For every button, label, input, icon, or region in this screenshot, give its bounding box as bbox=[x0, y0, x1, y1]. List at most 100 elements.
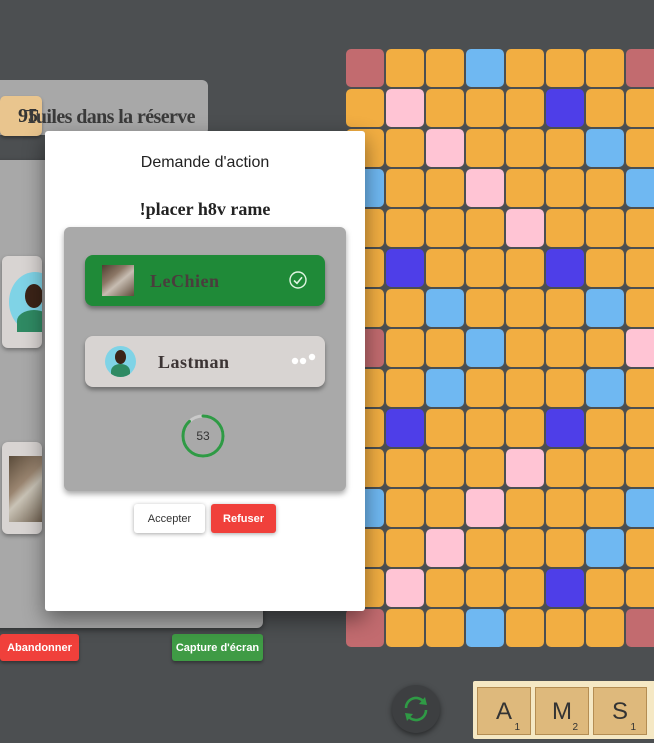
board-cell[interactable] bbox=[346, 89, 384, 127]
board-cell[interactable] bbox=[506, 249, 544, 287]
board-cell[interactable] bbox=[546, 369, 584, 407]
board-cell[interactable] bbox=[426, 129, 464, 167]
screenshot-button[interactable]: Capture d'écran bbox=[172, 634, 263, 661]
board-cell[interactable] bbox=[386, 329, 424, 367]
board-cell[interactable] bbox=[586, 569, 624, 607]
board-cell[interactable] bbox=[426, 209, 464, 247]
board-cell[interactable] bbox=[546, 489, 584, 527]
board-cell[interactable] bbox=[546, 609, 584, 647]
board-cell[interactable] bbox=[426, 169, 464, 207]
board-cell[interactable] bbox=[506, 129, 544, 167]
board-cell[interactable] bbox=[506, 609, 544, 647]
board-cell[interactable] bbox=[506, 49, 544, 87]
board-cell[interactable] bbox=[386, 609, 424, 647]
board-cell[interactable] bbox=[586, 449, 624, 487]
board-cell[interactable] bbox=[386, 409, 424, 447]
board-cell[interactable] bbox=[506, 289, 544, 327]
board-cell[interactable] bbox=[426, 289, 464, 327]
board-cell[interactable] bbox=[466, 249, 504, 287]
board-cell[interactable] bbox=[626, 209, 654, 247]
board-cell[interactable] bbox=[626, 249, 654, 287]
rack-tile[interactable]: A 1 bbox=[477, 687, 531, 735]
board-cell[interactable] bbox=[426, 329, 464, 367]
board-cell[interactable] bbox=[386, 529, 424, 567]
board-cell[interactable] bbox=[626, 49, 654, 87]
board-cell[interactable] bbox=[586, 249, 624, 287]
board-cell[interactable] bbox=[386, 169, 424, 207]
board-cell[interactable] bbox=[586, 529, 624, 567]
board-cell[interactable] bbox=[466, 609, 504, 647]
board-cell[interactable] bbox=[546, 329, 584, 367]
board-cell[interactable] bbox=[546, 249, 584, 287]
board-cell[interactable] bbox=[386, 289, 424, 327]
board-cell[interactable] bbox=[466, 369, 504, 407]
board-cell[interactable] bbox=[466, 329, 504, 367]
board-cell[interactable] bbox=[426, 449, 464, 487]
board-cell[interactable] bbox=[386, 209, 424, 247]
board-cell[interactable] bbox=[466, 569, 504, 607]
board-cell[interactable] bbox=[586, 89, 624, 127]
board-cell[interactable] bbox=[426, 609, 464, 647]
board-cell[interactable] bbox=[346, 49, 384, 87]
board-cell[interactable] bbox=[466, 49, 504, 87]
board-cell[interactable] bbox=[386, 369, 424, 407]
board-cell[interactable] bbox=[506, 489, 544, 527]
abandon-button[interactable]: Abandonner bbox=[0, 634, 79, 661]
board-cell[interactable] bbox=[386, 49, 424, 87]
board-cell[interactable] bbox=[386, 489, 424, 527]
board-cell[interactable] bbox=[466, 449, 504, 487]
board-cell[interactable] bbox=[426, 489, 464, 527]
board-cell[interactable] bbox=[586, 209, 624, 247]
board-cell[interactable] bbox=[466, 489, 504, 527]
board-cell[interactable] bbox=[506, 529, 544, 567]
board-cell[interactable] bbox=[386, 89, 424, 127]
board-cell[interactable] bbox=[626, 369, 654, 407]
board-cell[interactable] bbox=[626, 609, 654, 647]
board-cell[interactable] bbox=[466, 409, 504, 447]
board-cell[interactable] bbox=[626, 129, 654, 167]
rack-tile[interactable]: M 2 bbox=[535, 687, 589, 735]
board-cell[interactable] bbox=[546, 449, 584, 487]
board-cell[interactable] bbox=[586, 129, 624, 167]
board-cell[interactable] bbox=[546, 409, 584, 447]
board-cell[interactable] bbox=[386, 569, 424, 607]
board-cell[interactable] bbox=[506, 89, 544, 127]
board-cell[interactable] bbox=[626, 489, 654, 527]
board-cell[interactable] bbox=[386, 449, 424, 487]
game-board[interactable] bbox=[346, 49, 654, 647]
board-cell[interactable] bbox=[546, 209, 584, 247]
board-cell[interactable] bbox=[426, 249, 464, 287]
board-cell[interactable] bbox=[386, 249, 424, 287]
board-cell[interactable] bbox=[506, 409, 544, 447]
board-cell[interactable] bbox=[426, 409, 464, 447]
board-cell[interactable] bbox=[546, 49, 584, 87]
board-cell[interactable] bbox=[546, 169, 584, 207]
board-cell[interactable] bbox=[426, 49, 464, 87]
board-cell[interactable] bbox=[506, 169, 544, 207]
board-cell[interactable] bbox=[626, 329, 654, 367]
board-cell[interactable] bbox=[586, 489, 624, 527]
board-cell[interactable] bbox=[586, 369, 624, 407]
board-cell[interactable] bbox=[346, 609, 384, 647]
board-cell[interactable] bbox=[426, 369, 464, 407]
board-cell[interactable] bbox=[426, 529, 464, 567]
board-cell[interactable] bbox=[626, 289, 654, 327]
board-cell[interactable] bbox=[586, 609, 624, 647]
board-cell[interactable] bbox=[546, 89, 584, 127]
board-cell[interactable] bbox=[426, 89, 464, 127]
board-cell[interactable] bbox=[586, 49, 624, 87]
board-cell[interactable] bbox=[466, 169, 504, 207]
board-cell[interactable] bbox=[546, 569, 584, 607]
board-cell[interactable] bbox=[586, 329, 624, 367]
board-cell[interactable] bbox=[546, 289, 584, 327]
board-cell[interactable] bbox=[586, 169, 624, 207]
board-cell[interactable] bbox=[506, 369, 544, 407]
board-cell[interactable] bbox=[426, 569, 464, 607]
rack-tile[interactable]: S 1 bbox=[593, 687, 647, 735]
board-cell[interactable] bbox=[466, 289, 504, 327]
board-cell[interactable] bbox=[546, 529, 584, 567]
board-cell[interactable] bbox=[386, 129, 424, 167]
board-cell[interactable] bbox=[626, 449, 654, 487]
board-cell[interactable] bbox=[546, 129, 584, 167]
board-cell[interactable] bbox=[586, 289, 624, 327]
